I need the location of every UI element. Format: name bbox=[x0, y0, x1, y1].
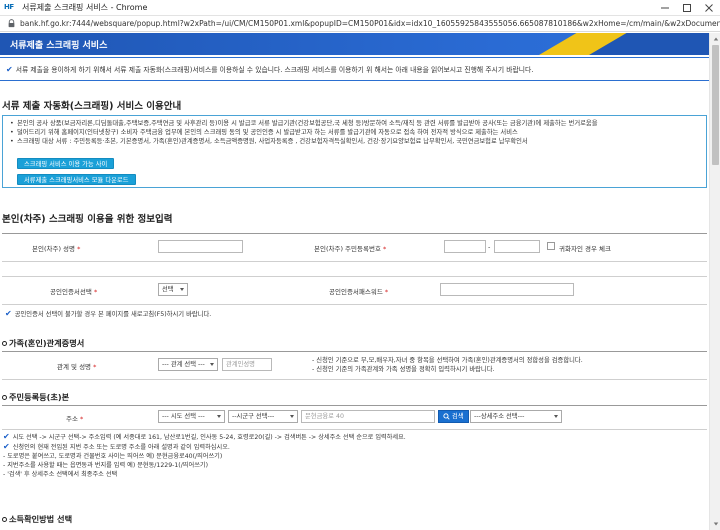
close-icon bbox=[705, 4, 713, 12]
guide-box: 본인의 공사 상품(보금자리론,디딤돌대출,주택보증,주택연금 및 사후관리 등… bbox=[2, 115, 707, 188]
window-controls bbox=[654, 0, 720, 16]
guide-heading: 서류 제출 자동화(스크래핑) 서비스 이용안내 bbox=[2, 101, 182, 112]
foreigner-checkbox[interactable] bbox=[547, 242, 555, 250]
maximize-button[interactable] bbox=[676, 0, 698, 16]
family-heading: 가족(혼인)관계증명서 bbox=[2, 337, 84, 349]
resident-heading: 주민등록등(초)본 bbox=[2, 391, 69, 403]
guide-item: 스크래핑 대상 서류 : 주민등록등·초본, 기본증명서, 가족(혼인)관계증명… bbox=[9, 137, 700, 146]
address-label-text: 주소 bbox=[66, 415, 78, 423]
income-heading: 소득확인방법 선택 bbox=[2, 513, 72, 525]
address-note: ✔ 신청인의 현재 전입된 지번 주소 또는 도로명 주소를 아래 설명과 같이 … bbox=[3, 442, 707, 452]
relation-name-input[interactable]: 관계인성명 bbox=[222, 358, 272, 371]
search-icon bbox=[443, 413, 450, 420]
guide-item: 덜어드리기 위해 홈페이지(인터넷창구) 소비자 주택금융 업무에 본인의 스크… bbox=[9, 128, 700, 137]
address-bar: bank.hf.go.kr:7444/websquare/popup.html?… bbox=[0, 16, 720, 32]
form-heading: 본인(차주) 스크래핑 이용을 위한 정보입력 bbox=[2, 214, 173, 225]
relation-label-text: 관계 및 성명 bbox=[57, 363, 92, 371]
sigungu-select[interactable]: --시군구 선택--- bbox=[228, 410, 298, 423]
cert-password-label-text: 공인인증서패스워드 bbox=[329, 288, 383, 296]
site-info-icon[interactable] bbox=[6, 19, 16, 29]
minimize-button[interactable] bbox=[654, 0, 676, 16]
form-divider bbox=[2, 304, 707, 305]
rrn-back-input[interactable] bbox=[494, 240, 540, 253]
address-notes: ✔ 시도 선택 -> 시군구 선택-> 주소입력 (예 서종대로 161, 남산로… bbox=[3, 432, 707, 500]
rrn-front-input[interactable] bbox=[444, 240, 486, 253]
app-logo-icon: HF bbox=[4, 2, 14, 11]
cert-password-input[interactable] bbox=[440, 283, 574, 296]
search-button-label: 검색 bbox=[452, 413, 464, 420]
rrn-dash: - bbox=[488, 243, 491, 251]
family-note-1: - 신청인 기준으로 부,모,배우자,자녀 중 항목을 선택하여 가족(혼인)관… bbox=[312, 357, 583, 364]
header-banner: 서류제출 스크래핑 서비스 bbox=[0, 33, 709, 55]
form-divider bbox=[2, 429, 707, 430]
bullet-circle-icon bbox=[2, 516, 7, 522]
banner-title: 서류제출 스크래핑 서비스 bbox=[10, 41, 108, 51]
rrn-label-text: 본인(차주) 주민등록번호 bbox=[314, 245, 381, 253]
check-icon: ✔ bbox=[3, 442, 10, 451]
cert-select-label-text: 공인인증서선택 bbox=[50, 288, 92, 296]
bullet-circle-icon bbox=[2, 394, 7, 400]
name-label-text: 본인(차주) 성명 bbox=[32, 245, 76, 253]
bullet-circle-icon bbox=[2, 340, 7, 346]
scrollbar-thumb[interactable] bbox=[712, 45, 719, 165]
address-note: - '검색' 후 상세주소 선택에서 최종주소 선택 bbox=[3, 471, 118, 478]
check-icon: ✔ bbox=[3, 432, 10, 441]
relation-select[interactable]: --- 관계 선택 --- bbox=[158, 358, 218, 371]
rrn-label: 본인(차주) 주민등록번호 * bbox=[314, 243, 386, 253]
cert-select-label: 공인인증서선택 * bbox=[50, 286, 97, 296]
address-note: - 지번주소를 사용할 때는 읍면동과 번지를 입력 예) 문현동/1229-1… bbox=[3, 462, 208, 469]
cert-select[interactable]: 선택 bbox=[158, 283, 188, 296]
address-label: 주소 * bbox=[66, 413, 83, 423]
sido-select[interactable]: --- 시도 선택 --- bbox=[158, 410, 225, 423]
form-divider bbox=[2, 261, 707, 262]
required-mark: * bbox=[77, 245, 81, 253]
required-mark: * bbox=[93, 363, 97, 371]
family-heading-text: 가족(혼인)관계증명서 bbox=[9, 338, 85, 348]
name-input[interactable] bbox=[158, 240, 243, 253]
address-note-text: 신청인의 현재 전입된 지번 주소 또는 도로명 주소를 아래 설명과 같이 입… bbox=[12, 444, 230, 451]
income-heading-text: 소득확인방법 선택 bbox=[9, 514, 73, 524]
resident-heading-text: 주민등록등(초)본 bbox=[9, 392, 70, 402]
guide-list: 본인의 공사 상품(보금자리론,디딤돌대출,주택보증,주택연금 및 사후관리 등… bbox=[9, 119, 700, 146]
family-note-2: - 신청인 기준의 가족관계와 가족 성명을 정확히 입력하시기 바랍니다. bbox=[312, 366, 495, 373]
vertical-scrollbar[interactable] bbox=[709, 33, 720, 530]
cert-password-label: 공인인증서패스워드 * bbox=[329, 286, 388, 296]
name-label: 본인(차주) 성명 * bbox=[32, 243, 80, 253]
available-sites-button[interactable]: 스크래핑 서비스 이용 가능 사이 bbox=[17, 158, 115, 169]
window-title: 서류제출 스크래핑 서비스 - Chrome bbox=[22, 3, 148, 12]
form-row-cert: 공인인증서선택 * 선택 공인인증서패스워드 * bbox=[2, 276, 707, 304]
guide-item: 본인의 공사 상품(보금자리론,디딤돌대출,주택보증,주택연금 및 사후관리 등… bbox=[9, 119, 700, 128]
foreigner-label: 귀화자인 경우 체크 bbox=[559, 245, 611, 253]
required-mark: * bbox=[383, 245, 387, 253]
form-row-address: 주소 * --- 시도 선택 --- --시군구 선택--- 문현금융로 40 … bbox=[2, 405, 707, 429]
cert-note: ✔ 공인인증서 선택이 불가할 경우 본 페이지를 새로고침(F5)하시기 바랍니… bbox=[5, 309, 211, 318]
module-download-button[interactable]: 서류제출 스크래핑서비스 모듈 다운로드 bbox=[17, 174, 136, 185]
minimize-icon bbox=[661, 7, 669, 9]
scroll-down-icon[interactable] bbox=[710, 518, 720, 530]
address-note: - 도로명은 붙여쓰고, 도로명과 건물번호 사이는 띄어쓰 예) 문현금융로4… bbox=[3, 453, 223, 460]
window-titlebar: HF 서류제출 스크래핑 서비스 - Chrome bbox=[0, 0, 720, 16]
address-note: ✔ 시도 선택 -> 시군구 선택-> 주소입력 (예 서종대로 161, 남산로… bbox=[3, 432, 707, 442]
notice-bar: ✔ 서류 제출을 용이하게 하기 위해서 서류 제출 자동화(스크래핑)서비스를… bbox=[0, 57, 709, 81]
maximize-icon bbox=[683, 4, 691, 12]
relation-label: 관계 및 성명 * bbox=[57, 361, 96, 371]
page-content: 서류제출 스크래핑 서비스 ✔ 서류 제출을 용이하게 하기 위해서 서류 제출… bbox=[0, 33, 709, 530]
check-icon: ✔ bbox=[5, 309, 12, 318]
form-row-family: 관계 및 성명 * --- 관계 선택 --- 관계인성명 - 신청인 기준으로… bbox=[2, 351, 707, 379]
detail-address-select[interactable]: ---상세주소 선택--- bbox=[470, 410, 562, 423]
notice-text: 서류 제출을 용이하게 하기 위해서 서류 제출 자동화(스크래핑)서비스를 이… bbox=[15, 66, 534, 74]
address-note-text: 시도 선택 -> 시군구 선택-> 주소입력 (예 서종대로 161, 남산로1… bbox=[12, 434, 406, 441]
road-address-input[interactable]: 문현금융로 40 bbox=[301, 410, 435, 423]
check-icon: ✔ bbox=[6, 64, 13, 74]
required-mark: * bbox=[80, 415, 84, 423]
required-mark: * bbox=[93, 288, 98, 296]
url-text[interactable]: bank.hf.go.kr:7444/websquare/popup.html?… bbox=[20, 19, 720, 28]
form-divider bbox=[2, 379, 707, 380]
scroll-up-icon[interactable] bbox=[710, 33, 720, 45]
cert-note-text: 공인인증서 선택이 불가할 경우 본 페이지를 새로고침(F5)하시기 바랍니다… bbox=[14, 311, 212, 318]
address-search-button[interactable]: 검색 bbox=[438, 410, 469, 423]
form-row-identity: 본인(차주) 성명 * 본인(차주) 주민등록번호 * - 귀화자인 경우 체크 bbox=[2, 233, 707, 261]
required-mark: * bbox=[384, 288, 389, 296]
close-button[interactable] bbox=[698, 0, 720, 16]
